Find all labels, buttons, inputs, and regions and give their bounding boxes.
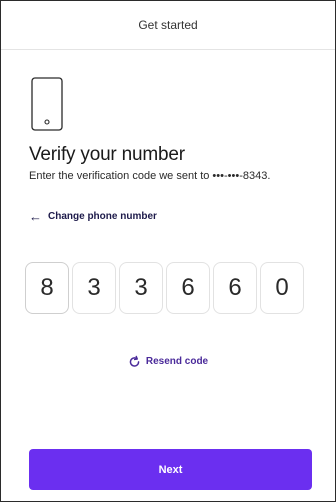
screen: Get started Verify your number Enter the… (0, 0, 336, 502)
code-digit-input[interactable]: 0 (260, 262, 304, 314)
code-digit-input[interactable]: 3 (119, 262, 163, 314)
arrow-left-icon: ← (29, 209, 42, 224)
verification-description: Enter the verification code we sent to •… (29, 170, 271, 182)
code-digit-input[interactable]: 8 (25, 262, 69, 314)
code-digit-input[interactable]: 3 (72, 262, 116, 314)
page-title: Verify your number (29, 144, 185, 165)
next-button[interactable]: Next (29, 449, 312, 490)
refresh-icon (129, 355, 140, 367)
code-input-row: 8 3 3 6 6 0 (25, 262, 304, 314)
resend-code-label: Resend code (145, 356, 209, 367)
change-phone-number-label: Change phone number (48, 211, 157, 222)
header-title: Get started (138, 18, 198, 32)
resend-code-button[interactable]: Resend code (1, 355, 335, 368)
code-digit-input[interactable]: 6 (166, 262, 210, 314)
code-digit-input[interactable]: 6 (213, 262, 257, 314)
phone-icon (31, 77, 63, 131)
header-bar: Get started (1, 1, 335, 50)
change-phone-number-link[interactable]: ← Change phone number (29, 209, 157, 224)
